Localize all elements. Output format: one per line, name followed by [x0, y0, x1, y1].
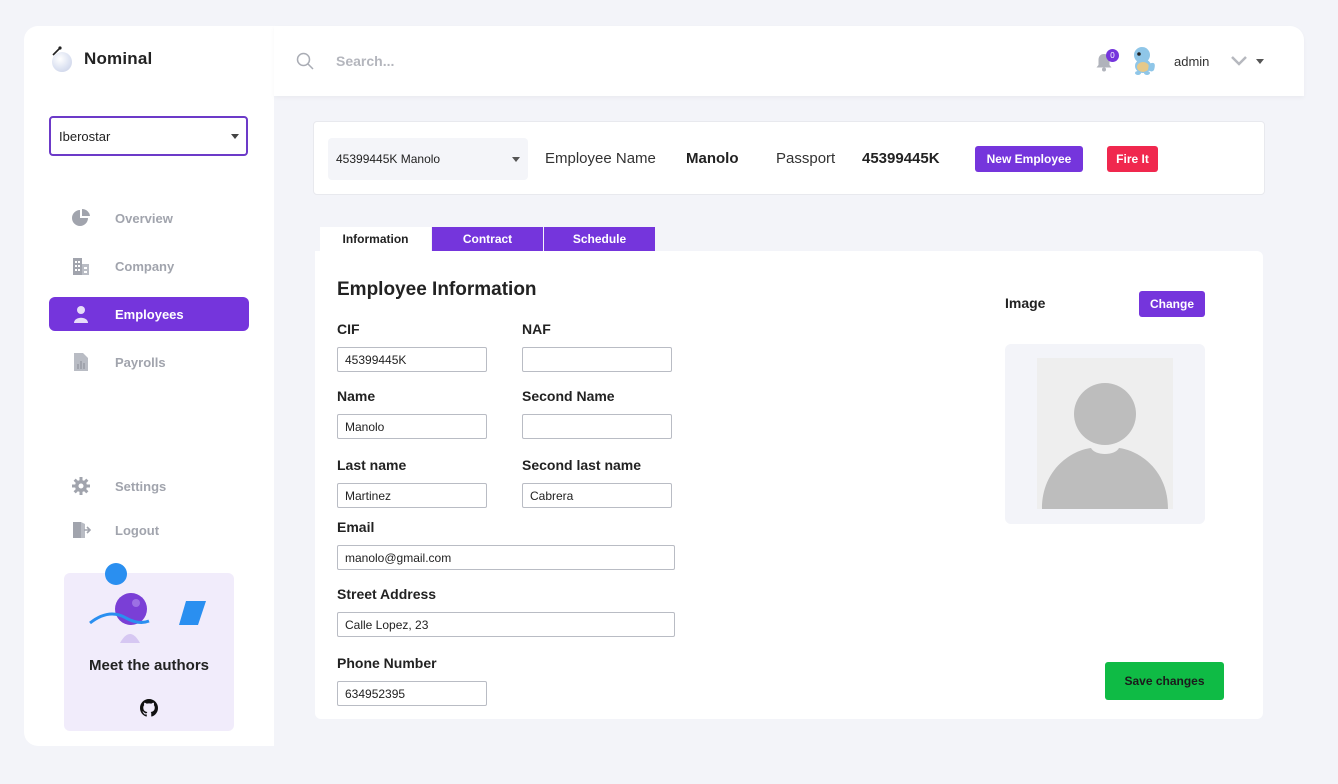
- second-last-name-label: Second last name: [522, 457, 642, 473]
- save-changes-button[interactable]: Save changes: [1105, 662, 1224, 700]
- sidebar-item-company[interactable]: Company: [49, 249, 249, 283]
- employee-name-label: Employee Name: [545, 150, 656, 167]
- user-placeholder-icon: [1037, 358, 1173, 509]
- sidebar-item-label: Payrolls: [115, 354, 166, 370]
- gear-icon: [71, 476, 91, 496]
- naf-label: NAF: [522, 321, 551, 337]
- chevron-down-icon[interactable]: [1230, 55, 1248, 67]
- phone-number-label: Phone Number: [337, 655, 437, 671]
- employee-name-value: Manolo: [686, 150, 739, 167]
- employee-header-card: 45399445K Manolo Employee Name Manolo Pa…: [313, 121, 1265, 195]
- brand[interactable]: Nominal: [48, 46, 152, 72]
- name-field[interactable]: [337, 414, 487, 439]
- sidebar-item-settings[interactable]: Settings: [49, 469, 249, 503]
- sidebar-item-payrolls[interactable]: Payrolls: [49, 345, 249, 379]
- new-employee-button[interactable]: New Employee: [975, 146, 1083, 172]
- search-icon: [296, 52, 314, 70]
- pie-chart-icon: [71, 208, 91, 228]
- brand-name: Nominal: [84, 49, 153, 68]
- company-select[interactable]: Iberostar: [49, 116, 248, 156]
- passport-value: 45399445K: [862, 150, 940, 167]
- employee-select-value: 45399445K Manolo: [336, 152, 441, 166]
- sidebar-item-overview[interactable]: Overview: [49, 201, 249, 235]
- github-icon[interactable]: [140, 699, 158, 717]
- employee-photo: [1005, 344, 1205, 524]
- street-address-label: Street Address: [337, 586, 437, 602]
- fire-employee-button[interactable]: Fire It: [1107, 146, 1158, 172]
- caret-down-icon: [512, 157, 520, 162]
- name-label: Name: [337, 388, 376, 404]
- caret-down-icon: [231, 134, 239, 139]
- avatar[interactable]: [1130, 46, 1158, 76]
- passport-label: Passport: [776, 150, 836, 167]
- employee-information-panel: Employee Information CIF NAF Name Second…: [315, 251, 1263, 719]
- cif-field[interactable]: [337, 347, 487, 372]
- employee-select[interactable]: 45399445K Manolo: [328, 138, 528, 180]
- second-name-field[interactable]: [522, 414, 672, 439]
- tab-information[interactable]: Information: [320, 227, 431, 251]
- sidebar-item-employees[interactable]: Employees: [49, 297, 249, 331]
- second-last-name-field[interactable]: [522, 483, 672, 508]
- naf-field[interactable]: [522, 347, 672, 372]
- building-icon: [71, 256, 91, 276]
- sidebar-item-logout[interactable]: Logout: [49, 513, 249, 547]
- sidebar-item-label: Employees: [115, 306, 184, 322]
- sidebar-item-label: Overview: [115, 210, 173, 226]
- caret-down-icon[interactable]: [1256, 59, 1264, 64]
- phone-number-field[interactable]: [337, 681, 487, 706]
- email-field[interactable]: [337, 545, 675, 570]
- logout-icon: [71, 520, 91, 540]
- second-name-label: Second Name: [522, 388, 615, 404]
- section-title: Employee Information: [337, 279, 537, 300]
- topbar: 0 admin: [274, 26, 1304, 96]
- sidebar-item-label: Logout: [115, 522, 160, 538]
- cif-label: CIF: [337, 321, 360, 337]
- authors-illustration: [89, 563, 206, 643]
- report-icon: [71, 352, 91, 372]
- user-icon: [71, 304, 91, 324]
- user-name[interactable]: admin: [1174, 54, 1209, 69]
- authors-title: Meet the authors: [88, 657, 209, 674]
- company-select-value: Iberostar: [59, 128, 111, 144]
- sidebar: Nominal Iberostar Overview Company Emplo…: [24, 26, 274, 746]
- search-input[interactable]: [336, 48, 736, 74]
- tab-contract[interactable]: Contract: [432, 227, 543, 251]
- last-name-field[interactable]: [337, 483, 487, 508]
- meet-authors-card[interactable]: Meet the authors: [64, 563, 234, 731]
- nominal-logo-icon: [48, 46, 74, 72]
- street-address-field[interactable]: [337, 612, 675, 637]
- sidebar-item-label: Company: [115, 258, 175, 274]
- sidebar-item-label: Settings: [115, 478, 167, 494]
- notification-badge: 0: [1106, 49, 1119, 62]
- change-image-button[interactable]: Change: [1139, 291, 1205, 317]
- last-name-label: Last name: [337, 457, 407, 473]
- email-label: Email: [337, 519, 375, 535]
- tab-schedule[interactable]: Schedule: [544, 227, 655, 251]
- image-label: Image: [1005, 295, 1046, 311]
